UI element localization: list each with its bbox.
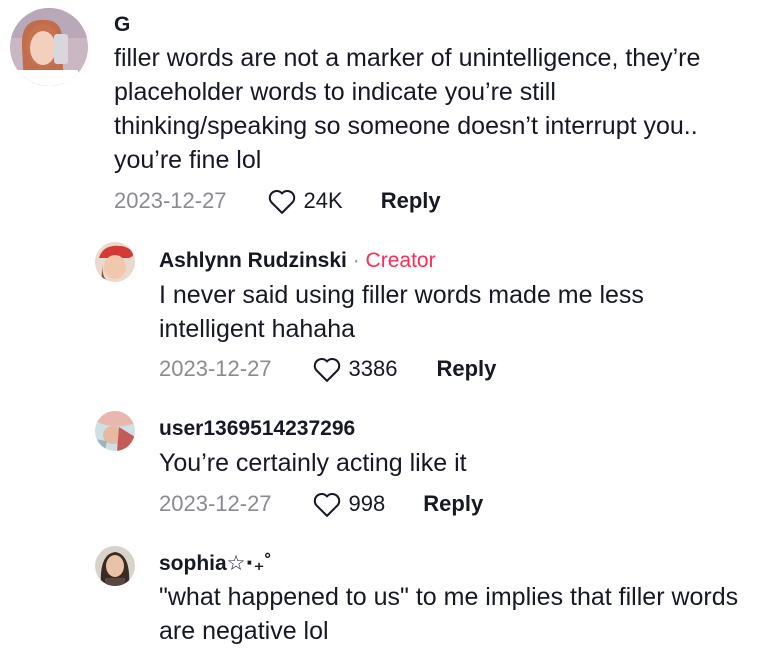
heart-outline-icon — [313, 493, 340, 517]
comment-username[interactable]: user1369514237296 — [159, 417, 355, 441]
reply-button[interactable]: Reply — [437, 356, 497, 382]
comment-username[interactable]: G — [114, 13, 130, 37]
comment-date: 2023-12-27 — [159, 356, 272, 381]
creator-badge: Creator — [365, 249, 436, 272]
comment-meta: 2023-12-27 998 Reply — [159, 490, 483, 518]
like-count: 998 — [348, 491, 386, 516]
user-avatar-icon — [95, 411, 135, 451]
comment-text: "what happened to us" to me implies that… — [159, 583, 739, 645]
like-button[interactable]: 998 — [312, 490, 386, 518]
comment-meta: 2023-12-27 3386 Reply — [159, 355, 496, 383]
comment-username[interactable]: sophia☆⋅₊˚ — [159, 551, 272, 576]
avatar[interactable] — [95, 411, 135, 451]
reply-button[interactable]: Reply — [423, 491, 483, 517]
avatar[interactable] — [95, 242, 135, 282]
comment-date: 2023-12-27 — [114, 188, 227, 213]
reply-button[interactable]: Reply — [381, 188, 441, 214]
separator: · — [352, 249, 360, 272]
comment-text: I never said using filler words made me … — [159, 281, 644, 343]
like-count: 3386 — [348, 356, 398, 381]
comment-text: You’re certainly acting like it — [159, 449, 467, 477]
comment-text: filler words are not a marker of unintel… — [114, 44, 701, 174]
avatar[interactable] — [10, 8, 88, 86]
comment-date: 2023-12-27 — [159, 491, 272, 516]
user-avatar-icon — [95, 546, 135, 586]
user-avatar-icon — [10, 8, 88, 86]
like-button[interactable]: 24K — [267, 187, 343, 215]
comment-username[interactable]: Ashlynn Rudzinski — [159, 249, 347, 272]
comment-meta: 2023-12-27 24K Reply — [114, 187, 441, 215]
heart-outline-icon — [268, 190, 295, 214]
avatar[interactable] — [95, 546, 135, 586]
heart-outline-icon — [313, 358, 340, 382]
creator-avatar-icon — [95, 242, 135, 282]
like-button[interactable]: 3386 — [312, 355, 398, 383]
comment-username-row: Ashlynn Rudzinski · Creator — [159, 249, 436, 273]
like-count: 24K — [303, 188, 343, 213]
